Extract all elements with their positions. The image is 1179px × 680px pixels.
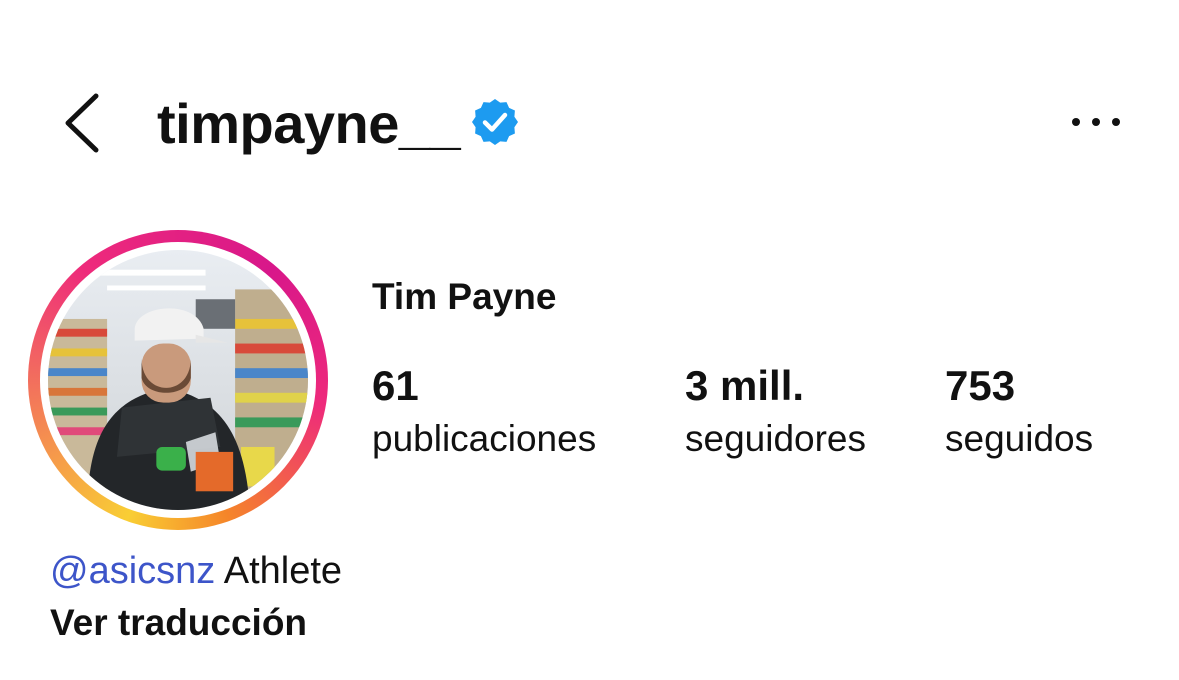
more-dot (1112, 118, 1120, 126)
chevron-left-icon (65, 93, 99, 153)
display-name: Tim Payne (372, 276, 557, 317)
following-count-label: seguidos (945, 418, 1094, 459)
profile-bio: @asicsnz Athlete (50, 548, 342, 594)
posts-count-label: publicaciones (372, 418, 597, 459)
avatar-photo (48, 250, 308, 510)
posts-count[interactable]: 61 publicaciones (372, 360, 596, 466)
username: timpayne__ (157, 92, 461, 155)
verified-badge-icon (472, 99, 519, 145)
following-count-value: 753 (945, 362, 1016, 409)
followers-count[interactable]: 3 mill. seguidores (685, 360, 866, 466)
avatar (48, 250, 308, 510)
bio-text: Athlete (223, 550, 343, 592)
avatar-inner-border (40, 242, 316, 518)
see-translation-button[interactable]: Ver traducción (50, 600, 307, 646)
profile-avatar-story-ring[interactable] (28, 230, 328, 530)
posts-count-value: 61 (372, 362, 419, 409)
more-options-button[interactable] (1066, 100, 1126, 144)
bio-mention-link[interactable]: @asicsnz (50, 550, 215, 592)
following-count[interactable]: 753 seguidos (945, 360, 1093, 466)
more-dot (1092, 118, 1100, 126)
back-button[interactable] (58, 88, 108, 158)
followers-count-label: seguidores (685, 418, 867, 459)
profile-header-title: timpayne__ (157, 88, 520, 160)
followers-count-value: 3 mill. (685, 362, 805, 409)
more-dot (1072, 118, 1080, 126)
